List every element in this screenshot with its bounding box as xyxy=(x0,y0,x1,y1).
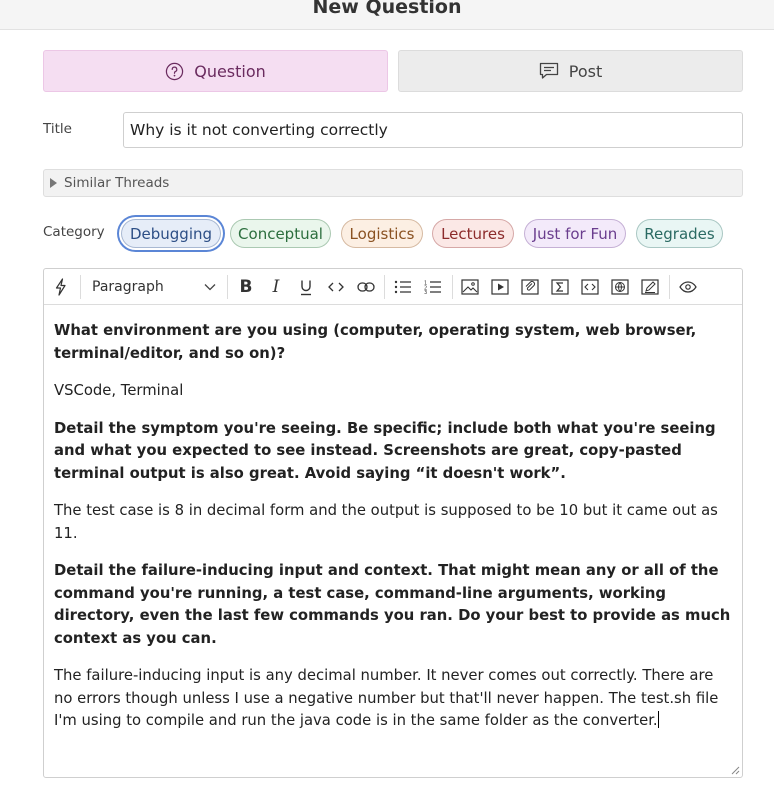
category-chip-label: Logistics xyxy=(349,224,415,243)
toolbar-divider xyxy=(80,275,81,299)
page-title: New Question xyxy=(312,0,462,18)
chevron-down-icon xyxy=(204,279,216,295)
failure-input-answer-block: The failure-inducing input is any decima… xyxy=(54,665,732,733)
toolbar-divider xyxy=(227,275,228,299)
category-chip-label: Debugging xyxy=(129,224,213,243)
editor-content[interactable]: What environment are you using (computer… xyxy=(44,305,742,733)
code-icon[interactable] xyxy=(325,276,347,298)
title-label: Title xyxy=(43,121,72,137)
category-just-for-fun[interactable]: Just for Fun xyxy=(524,219,626,248)
draw-icon[interactable] xyxy=(639,276,661,298)
category-conceptual[interactable]: Conceptual xyxy=(230,219,331,248)
category-chip-label: Lectures xyxy=(441,224,505,243)
link-icon[interactable] xyxy=(355,276,377,298)
rich-text-editor: Paragraph B I 123 What environment are y… xyxy=(43,268,743,778)
question-type-label: Question xyxy=(194,61,266,81)
category-chip-label: Conceptual xyxy=(238,224,323,243)
web-embed-icon[interactable] xyxy=(609,276,631,298)
post-type-label: Post xyxy=(568,61,603,81)
ai-icon[interactable] xyxy=(50,276,72,298)
italic-icon[interactable]: I xyxy=(265,276,287,298)
post-comment-icon xyxy=(539,62,559,80)
category-chip-label: Regrades xyxy=(644,224,715,243)
toolbar-divider xyxy=(384,275,385,299)
image-icon[interactable] xyxy=(459,276,481,298)
category-logistics[interactable]: Logistics xyxy=(341,219,423,248)
category-lectures[interactable]: Lectures xyxy=(432,219,514,248)
bold-icon[interactable]: B xyxy=(235,276,257,298)
toolbar-divider xyxy=(452,275,453,299)
paragraph-style-select[interactable]: Paragraph xyxy=(92,276,216,298)
category-label: Category xyxy=(43,224,105,240)
similar-threads-toggle[interactable]: Similar Threads xyxy=(43,169,743,197)
header-bar: New Question xyxy=(0,0,774,30)
resize-handle-icon[interactable] xyxy=(731,766,740,775)
paragraph-style-value: Paragraph xyxy=(92,279,164,295)
math-icon[interactable] xyxy=(549,276,571,298)
svg-text:3: 3 xyxy=(424,290,427,294)
attachment-icon[interactable] xyxy=(519,276,541,298)
text-cursor xyxy=(657,711,659,728)
video-icon[interactable] xyxy=(489,276,511,298)
underline-icon[interactable] xyxy=(295,276,317,298)
environment-prompt: What environment are you using (computer… xyxy=(54,322,697,362)
bullet-list-icon[interactable] xyxy=(392,276,414,298)
failure-input-prompt: Detail the failure-inducing input and co… xyxy=(54,562,731,647)
symptom-prompt: Detail the symptom you're seeing. Be spe… xyxy=(54,419,716,482)
post-type-button[interactable]: Post xyxy=(398,50,743,92)
code-block-icon[interactable] xyxy=(579,276,601,298)
similar-threads-label: Similar Threads xyxy=(64,175,170,191)
question-type-button[interactable]: Question xyxy=(43,50,388,92)
preview-icon[interactable] xyxy=(677,276,699,298)
symptom-answer: The test case is 8 in decimal form and t… xyxy=(54,502,718,542)
failure-input-answer: The failure-inducing input is any decima… xyxy=(54,667,719,729)
category-debugging[interactable]: Debugging xyxy=(121,219,221,248)
title-input[interactable] xyxy=(123,112,743,148)
category-regrades[interactable]: Regrades xyxy=(636,219,723,248)
environment-answer: VSCode, Terminal xyxy=(54,382,184,399)
category-chip-label: Just for Fun xyxy=(532,224,618,243)
toolbar-divider xyxy=(669,275,670,299)
editor-toolbar: Paragraph B I 123 xyxy=(44,269,742,305)
question-circle-icon xyxy=(165,62,184,81)
numbered-list-icon[interactable]: 123 xyxy=(422,276,444,298)
disclosure-triangle-icon xyxy=(50,178,57,188)
